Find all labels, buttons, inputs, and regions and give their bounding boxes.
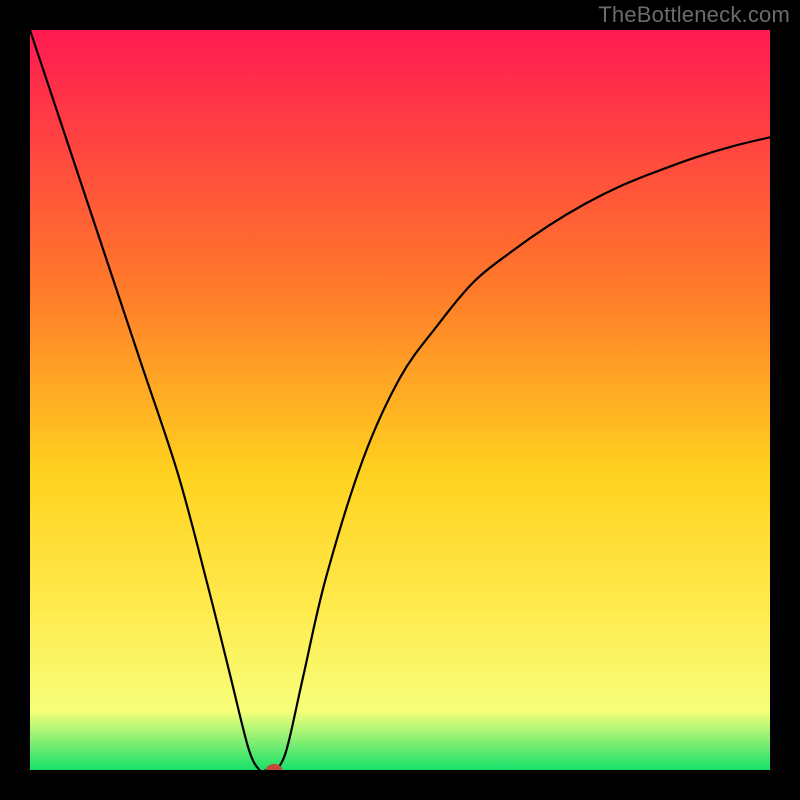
plot-svg bbox=[30, 30, 770, 770]
plot-area bbox=[30, 30, 770, 770]
gradient-background bbox=[30, 30, 770, 770]
chart-frame: TheBottleneck.com bbox=[0, 0, 800, 800]
watermark-text: TheBottleneck.com bbox=[598, 2, 790, 28]
